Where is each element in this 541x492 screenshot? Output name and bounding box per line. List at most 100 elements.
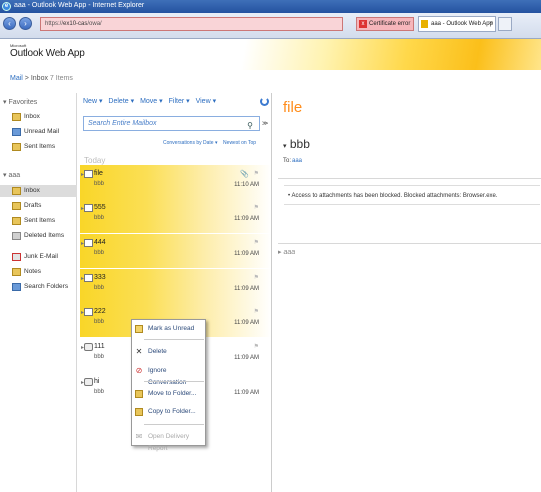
breadcrumb: Mail > Inbox 7 Items [10, 75, 73, 82]
move-folder-icon [135, 390, 143, 398]
folder-deleted-items[interactable]: Deleted Items [12, 230, 76, 242]
favorite-sent-items[interactable]: Sent Items [12, 141, 76, 153]
sent-items-icon [12, 143, 21, 151]
flag-icon[interactable]: ⚑ [254, 274, 259, 281]
ignore-icon: ⊘ [135, 366, 143, 375]
browser-tab[interactable]: aaa - Outlook Web App × [418, 16, 496, 32]
message-time: 11:09 AM [234, 216, 259, 222]
filter-button[interactable]: Filter ▾ [169, 98, 190, 105]
to-label: To: [283, 158, 292, 164]
infobar-text: Access to attachments has been blocked. … [291, 193, 498, 199]
deleted-items-icon [12, 232, 21, 240]
address-host: ex10-cas [63, 21, 88, 27]
message-sender: bbb [94, 389, 105, 395]
ie-logo-icon: e [2, 2, 11, 11]
menu-open-delivery-report: ✉ Open Delivery Report [135, 432, 190, 453]
browser-title: aaa - Outlook Web App - Internet Explore… [14, 2, 145, 9]
infobar: • Access to attachments has been blocked… [284, 185, 540, 205]
menu-delete[interactable]: ✕ Delete [132, 346, 205, 358]
menu-ignore-conversation[interactable]: ⊘ Ignore Conversation [132, 365, 205, 387]
message-row[interactable]: ▸ 444 bbb ⚑ 11:09 AM [80, 234, 271, 268]
message-toolbar: New ▾ Delete ▾ Move ▾ Filter ▾ View ▾ [83, 97, 220, 105]
expand-arrow-icon[interactable]: ▸ [278, 249, 282, 256]
sort-by-button[interactable]: Conversations by Date ▾ [163, 140, 217, 146]
breadcrumb-folder: Inbox [30, 75, 48, 82]
message-row[interactable]: ▸ 333 bbb ⚑ 11:09 AM [80, 269, 271, 303]
delete-button[interactable]: Delete ▾ [108, 98, 134, 105]
menu-separator [144, 424, 204, 425]
message-sender: bbb [94, 250, 105, 256]
search-placeholder: Search Entire Mailbox [88, 120, 157, 127]
message-sender: bbb [94, 215, 105, 221]
move-button[interactable]: Move ▾ [140, 98, 163, 105]
to-recipient[interactable]: aaa [292, 158, 302, 164]
menu-move-to-folder[interactable]: Move to Folder... [132, 388, 205, 400]
cert-error-label: Certificate error [369, 21, 411, 27]
notes-icon [12, 268, 21, 276]
flag-icon[interactable]: ⚑ [254, 343, 259, 350]
favorite-inbox[interactable]: Inbox [12, 111, 76, 123]
search-input[interactable]: Search Entire Mailbox ⚲ [83, 116, 260, 131]
message-subject: 333 [94, 274, 106, 281]
message-time: 11:09 AM [234, 251, 259, 257]
folder-drafts[interactable]: Drafts [12, 200, 76, 212]
mailbox-header[interactable]: ▾ aaa [3, 171, 20, 179]
folder-pane: ▾ Favorites Inbox Unread Mail Sent Items… [0, 93, 77, 492]
menu-mark-as-unread[interactable]: Mark as Unread [132, 323, 205, 335]
inbox-folder-icon [12, 187, 21, 195]
folder-search-folders[interactable]: Search Folders [12, 281, 76, 293]
close-tab-icon[interactable]: × [489, 17, 493, 31]
browser-title-bar: e aaa - Outlook Web App - Internet Explo… [0, 0, 541, 13]
delivery-report-icon: ✉ [135, 432, 143, 441]
flag-icon[interactable]: ⚑ [254, 308, 259, 315]
folder-junk-email[interactable]: Junk E-Mail [12, 251, 76, 263]
divider [278, 243, 541, 244]
group-header-today: Today [84, 156, 106, 165]
collapse-arrow-icon[interactable]: ▾ [283, 143, 287, 150]
message-subject: file [94, 170, 103, 177]
message-time: 11:10 AM [234, 182, 259, 188]
flag-icon[interactable]: ⚑ [254, 204, 259, 211]
sort-order-button[interactable]: Newest on Top [223, 140, 256, 146]
flag-icon[interactable]: ⚑ [254, 239, 259, 246]
refresh-icon[interactable] [260, 97, 269, 106]
folder-sent-items[interactable]: Sent Items [12, 215, 76, 227]
context-menu: Mark as Unread ✕ Delete ⊘ Ignore Conversat… [131, 319, 206, 453]
address-bar[interactable]: https://ex10-cas/owa/ [40, 17, 343, 31]
message-subject: 111 [94, 343, 105, 350]
unread-mail-icon [12, 128, 21, 136]
folder-inbox[interactable]: Inbox [0, 185, 77, 197]
new-button[interactable]: New ▾ [83, 98, 102, 105]
breadcrumb-mail-link[interactable]: Mail [10, 75, 23, 82]
open-envelope-icon [84, 343, 93, 351]
divider [278, 178, 541, 179]
flag-icon[interactable]: ⚑ [254, 170, 259, 177]
reading-sender[interactable]: ▾ bbb [283, 137, 310, 151]
forward-arrow-icon[interactable]: › [19, 17, 32, 30]
delete-icon: ✕ [135, 347, 143, 356]
search-options-chevron-icon[interactable]: ≫ [262, 120, 268, 127]
view-button[interactable]: View ▾ [196, 98, 217, 105]
menu-copy-to-folder[interactable]: Copy to Folder... [132, 406, 205, 418]
message-sender: bbb [94, 181, 105, 187]
search-icon[interactable]: ⚲ [247, 119, 253, 132]
back-arrow-icon[interactable]: ‹ [3, 17, 16, 30]
message-row[interactable]: ▸ file bbb 📎 ⚑ 11:10 AM [80, 165, 271, 199]
tab-title: aaa - Outlook Web App [431, 21, 493, 27]
inbox-folder-icon [12, 113, 21, 121]
envelope-icon [84, 308, 93, 316]
favorite-unread-mail[interactable]: Unread Mail [12, 126, 76, 138]
copy-folder-icon [135, 408, 143, 416]
conversation-item[interactable]: ▸ aaa [278, 248, 295, 256]
envelope-icon [84, 170, 93, 178]
favorites-header[interactable]: ▾ Favorites [3, 98, 37, 106]
message-subject: 444 [94, 239, 106, 246]
owa-tab-icon [421, 20, 428, 28]
message-row[interactable]: ▸ 555 bbb ⚑ 11:09 AM [80, 199, 271, 233]
certificate-error-button[interactable]: x Certificate error [356, 17, 414, 31]
folder-notes[interactable]: Notes [12, 266, 76, 278]
attachment-icon: 📎 [240, 171, 249, 178]
new-tab-button[interactable] [498, 17, 512, 31]
menu-separator [144, 339, 204, 340]
envelope-icon [84, 274, 93, 282]
